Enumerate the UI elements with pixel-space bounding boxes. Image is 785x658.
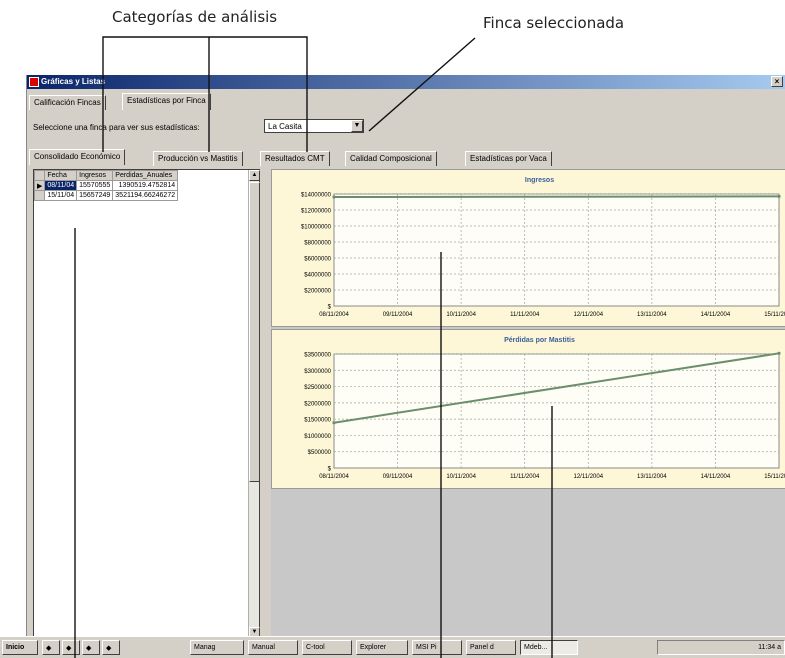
x-tick-label: 15/11/2004 [764, 474, 785, 480]
y-tick-label: $2000000 [304, 289, 331, 295]
window-titlebar: Gráficas y Listas × [27, 75, 785, 89]
y-tick-label: $500000 [308, 450, 332, 456]
table-cell[interactable]: 08/11/04 [44, 180, 78, 191]
quicklaunch-icon[interactable]: ◆ [42, 640, 60, 655]
table-cell[interactable]: 15570555 [76, 180, 114, 191]
quicklaunch-icon[interactable]: ◆ [82, 640, 100, 655]
y-tick-label: $10000000 [301, 225, 332, 231]
x-tick-label: 12/11/2004 [573, 474, 603, 480]
y-tick-label: $6000000 [304, 257, 331, 263]
clock: 11:34 a [758, 644, 781, 651]
series-line [333, 195, 780, 199]
data-point [777, 194, 781, 198]
y-tick-label: $3000000 [304, 369, 331, 375]
grid-scrollbar[interactable]: ▲ ▼ [248, 170, 260, 638]
plot-area [333, 193, 780, 307]
close-icon[interactable]: × [771, 76, 783, 87]
quicklaunch-icon[interactable]: ◆ [102, 640, 120, 655]
annotation-selected-farm: Finca seleccionada [483, 14, 625, 32]
x-tick-label: 09/11/2004 [383, 312, 413, 318]
column-header-perdidas[interactable]: Perdidas_Anuales [112, 170, 179, 181]
y-tick-label: $2500000 [304, 385, 331, 391]
system-tray: 11:34 a [657, 640, 785, 655]
x-tick-label: 13/11/2004 [637, 474, 667, 480]
taskbar-item[interactable]: Panel d [466, 640, 516, 655]
data-point [332, 195, 336, 199]
x-tick-label: 14/11/2004 [701, 312, 731, 318]
row-indicator-header [33, 170, 46, 181]
y-tick-label: $2000000 [304, 401, 331, 407]
y-tick-label: $3500000 [304, 353, 331, 359]
tab-resultados-cmt[interactable]: Resultados CMT [260, 151, 330, 166]
chart-ingresos-svg: Ingresos $14000000 $12000000 $10000000 $8000… [301, 177, 785, 318]
charts-panel: Ingresos $14000000 $12000000 $10000000 $8000… [271, 169, 785, 639]
column-header-fecha[interactable]: Fecha [44, 170, 78, 181]
data-table: Fecha Ingresos Perdidas_Anuales ▶ 08/11/… [33, 170, 179, 201]
annotation-categories: Categorías de análisis [112, 8, 278, 26]
table-row[interactable]: 15/11/04 15657249 3521194.66246272 [33, 190, 179, 201]
farm-select[interactable]: La Casita ▼ [264, 119, 364, 133]
y-tick-label: $1500000 [304, 418, 331, 424]
table-row[interactable]: ▶ 08/11/04 15570555 1390519.4752814 [33, 180, 179, 191]
tab-calificacion-fincas[interactable]: Calificación Fincas [29, 95, 106, 110]
x-tick-label: 11/11/2004 [510, 474, 540, 480]
taskbar-item[interactable]: Explorer [356, 640, 408, 655]
y-tick-label: $8000000 [304, 241, 331, 247]
taskbar-item-active[interactable]: Mdeb... [520, 640, 578, 655]
x-tick-label: 08/11/2004 [319, 312, 349, 318]
chart-title: Pérdidas por Mastitis [504, 337, 575, 344]
y-tick-label: $ [328, 305, 332, 311]
y-tick-label: $12000000 [301, 209, 332, 215]
data-point [332, 421, 336, 425]
quicklaunch-icon[interactable]: ◆ [62, 640, 80, 655]
start-button[interactable]: Inicio [2, 640, 38, 655]
x-tick-label: 10/11/2004 [446, 312, 476, 318]
x-tick-label: 12/11/2004 [573, 312, 603, 318]
chart-perdidas-svg: Pérdidas por Mastitis $3500000 $3000000 $25… [304, 337, 785, 480]
taskbar: Inicio ◆ ◆ ◆ ◆ Manag Manual C-tool Explo… [0, 636, 785, 658]
y-tick-label: $1000000 [304, 434, 331, 440]
chevron-down-icon[interactable]: ▼ [351, 120, 363, 132]
plot-area [333, 353, 780, 469]
y-tick-label: $4000000 [304, 273, 331, 279]
window-title: Gráficas y Listas [41, 77, 106, 86]
y-tick-label: $ [328, 467, 332, 473]
app-icon [29, 77, 39, 87]
x-tick-label: 13/11/2004 [637, 312, 667, 318]
scroll-up-icon[interactable]: ▲ [249, 170, 260, 181]
row-pointer-icon: ▶ [33, 180, 46, 191]
table-cell[interactable]: 3521194.66246272 [112, 190, 179, 201]
farm-select-label: Seleccione una finca para ver sus estadí… [33, 123, 200, 132]
tab-consolidado-economico[interactable]: Consolidado Económico [29, 149, 126, 165]
y-tick-label: $14000000 [301, 193, 332, 199]
tab-calidad-composicional[interactable]: Calidad Composicional [345, 151, 437, 166]
data-grid[interactable]: Fecha Ingresos Perdidas_Anuales ▶ 08/11/… [33, 169, 260, 639]
tab-estadisticas-vaca[interactable]: Estadísticas por Vaca [465, 151, 552, 166]
x-tick-label: 10/11/2004 [446, 474, 476, 480]
x-tick-label: 09/11/2004 [383, 474, 413, 480]
table-cell[interactable]: 15/11/04 [44, 190, 78, 201]
table-header-row: Fecha Ingresos Perdidas_Anuales [33, 170, 179, 181]
tab-estadisticas-por-finca[interactable]: Estadísticas por Finca [122, 93, 211, 110]
x-tick-label: 14/11/2004 [701, 474, 731, 480]
x-tick-label: 15/11/2004 [764, 312, 785, 318]
taskbar-item[interactable]: C-tool [302, 640, 352, 655]
x-tick-label: 11/11/2004 [510, 312, 540, 318]
column-header-ingresos[interactable]: Ingresos [76, 170, 114, 181]
app-window: Gráficas y Listas × Calificación Fincas … [26, 75, 785, 658]
chart-ingresos: Ingresos $14000000 $12000000 $10000000 $8000… [271, 169, 785, 327]
table-cell[interactable]: 15657249 [76, 190, 114, 201]
taskbar-item[interactable]: MSI Pi [412, 640, 462, 655]
data-point [777, 351, 781, 355]
farm-select-value: La Casita [268, 122, 302, 131]
row-indicator [33, 190, 46, 201]
tab-produccion-mastitis[interactable]: Producción vs Mastitis [153, 151, 243, 166]
chart-perdidas-mastitis: Pérdidas por Mastitis $3500000 $3000000 $25… [271, 329, 785, 489]
taskbar-item[interactable]: Manag [190, 640, 244, 655]
taskbar-item[interactable]: Manual [248, 640, 298, 655]
scrollbar-thumb[interactable] [249, 182, 260, 482]
table-cell[interactable]: 1390519.4752814 [112, 180, 179, 191]
chart-title: Ingresos [525, 177, 554, 184]
x-tick-label: 08/11/2004 [319, 474, 349, 480]
